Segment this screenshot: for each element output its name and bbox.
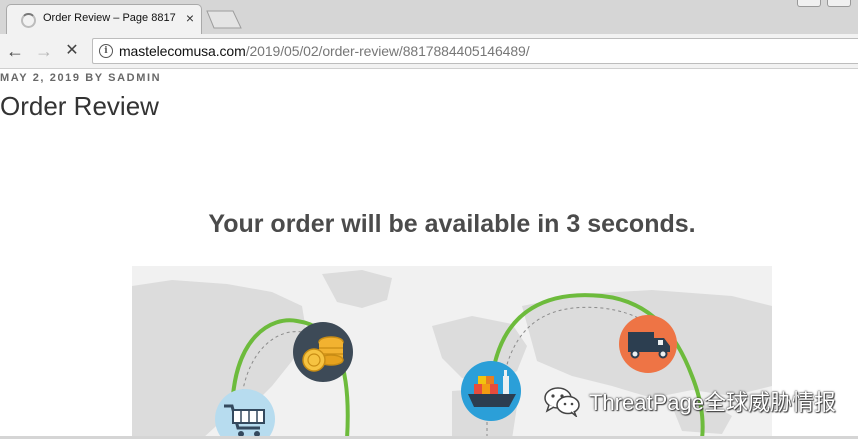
watermark: ThreatPage全球威胁情报 xyxy=(543,383,836,419)
maximize-button[interactable] xyxy=(827,0,851,7)
browser-window: Order Review – Page 8817 × ← → ✕ i maste… xyxy=(0,0,858,439)
order-countdown-headline: Your order will be available in 3 second… xyxy=(208,210,696,238)
tab-strip: Order Review – Page 8817 × xyxy=(0,0,858,34)
watermark-text: ThreatPage全球威胁情报 xyxy=(589,390,836,415)
wechat-logo-icon xyxy=(544,387,580,417)
url-path: /2019/05/02/order-review/881788440514648… xyxy=(245,43,530,59)
new-tab-button[interactable] xyxy=(206,10,242,29)
site-info-icon[interactable]: i xyxy=(99,44,113,58)
loading-spinner-icon xyxy=(21,13,36,28)
forward-arrow-icon[interactable]: → xyxy=(33,40,55,62)
address-bar[interactable]: i mastelecomusa.com/2019/05/02/order-rev… xyxy=(92,38,858,64)
stop-loading-icon[interactable]: ✕ xyxy=(61,40,83,62)
url-host: mastelecomusa.com xyxy=(119,43,246,59)
tab-title: Order Review – Page 8817 xyxy=(43,12,176,24)
coins-icon xyxy=(293,322,353,382)
map-landmass-greenland xyxy=(322,270,392,308)
url-text[interactable]: mastelecomusa.com/2019/05/02/order-revie… xyxy=(119,43,530,59)
back-arrow-icon[interactable]: ← xyxy=(4,40,26,62)
post-meta: MAY 2, 2019 BY SADMIN xyxy=(0,72,162,84)
cargo-ship-icon xyxy=(461,361,521,421)
browser-tab[interactable]: Order Review – Page 8817 × xyxy=(6,4,202,34)
browser-toolbar: ← → ✕ i mastelecomusa.com/2019/05/02/ord… xyxy=(0,34,858,69)
delivery-truck-icon xyxy=(619,315,677,373)
tab-close-icon[interactable]: × xyxy=(183,10,197,26)
page-title: Order Review xyxy=(0,91,159,121)
minimize-button[interactable] xyxy=(797,0,821,7)
